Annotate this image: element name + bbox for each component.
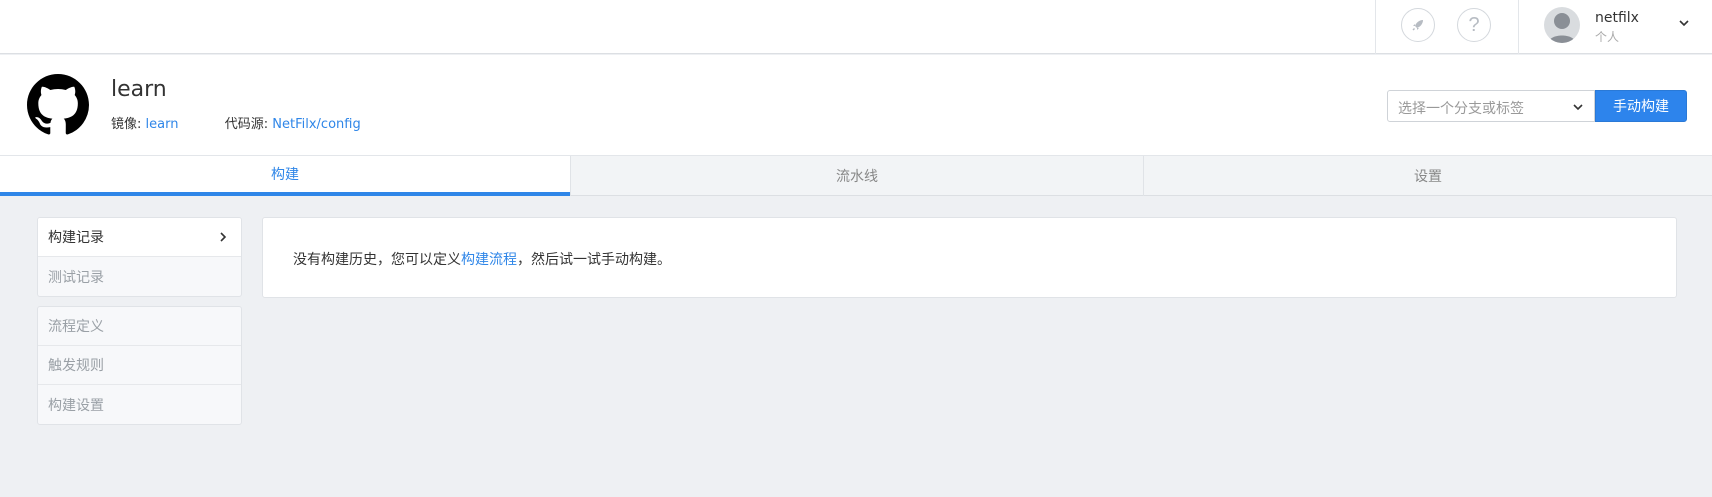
tab-bar: 构建 流水线 设置 xyxy=(0,155,1712,196)
mirror-label: 镜像: xyxy=(111,117,142,132)
source-link[interactable]: NetFilx/config xyxy=(272,117,360,132)
tab-settings[interactable]: 设置 xyxy=(1144,156,1712,196)
chevron-down-icon[interactable] xyxy=(1678,17,1690,29)
topbar-divider xyxy=(1518,0,1519,54)
sidebar-records-group: 构建记录 测试记录 xyxy=(37,217,242,297)
sidebar-item-test-records[interactable]: 测试记录 xyxy=(38,257,241,296)
help-icon: ? xyxy=(1468,13,1480,36)
user-name[interactable]: netfilx xyxy=(1595,10,1639,26)
avatar[interactable] xyxy=(1544,7,1580,43)
empty-msg-text: ，然后试一试手动构建。 xyxy=(517,252,671,268)
user-avatar-icon xyxy=(1548,13,1576,43)
sidebar-item-label: 构建设置 xyxy=(48,397,104,414)
topbar-divider xyxy=(1375,0,1376,54)
branch-select[interactable]: 选择一个分支或标签 xyxy=(1387,90,1595,122)
github-logo-icon xyxy=(27,74,89,135)
sidebar-item-label: 流程定义 xyxy=(48,319,104,335)
empty-state-message: 没有构建历史，您可以定义构建流程，然后试一试手动构建。 xyxy=(293,249,671,269)
build-flow-link[interactable]: 构建流程 xyxy=(461,252,517,268)
sidebar-item-label: 构建记录 xyxy=(48,230,104,246)
repo-header: learn 镜像: learn 代码源: NetFilx/config 选择一个… xyxy=(0,55,1712,155)
top-bar: ? netfilx 个人 xyxy=(0,0,1712,54)
sidebar-config-group: 流程定义 触发规则 构建设置 xyxy=(37,306,242,425)
rocket-button[interactable] xyxy=(1401,8,1435,42)
sidebar-item-label: 触发规则 xyxy=(48,358,104,374)
manual-build-button[interactable]: 手动构建 xyxy=(1595,90,1687,122)
rocket-icon xyxy=(1412,20,1423,31)
build-history-panel: 没有构建历史，您可以定义构建流程，然后试一试手动构建。 xyxy=(262,217,1677,298)
mirror-link[interactable]: learn xyxy=(146,117,179,132)
sidebar-item-build-settings[interactable]: 构建设置 xyxy=(38,385,241,424)
tab-build[interactable]: 构建 xyxy=(0,156,570,196)
sidebar-item-flow-definition[interactable]: 流程定义 xyxy=(38,307,241,346)
empty-msg-text: 没有构建历史，您可以定义 xyxy=(293,252,461,268)
repo-title: learn xyxy=(111,77,167,102)
source-label: 代码源: xyxy=(224,117,269,132)
repo-meta: 镜像: learn 代码源: NetFilx/config xyxy=(111,113,361,132)
sidebar-item-label: 测试记录 xyxy=(48,269,104,286)
help-button[interactable]: ? xyxy=(1457,8,1491,42)
chevron-down-icon xyxy=(1573,104,1583,111)
chevron-right-icon xyxy=(220,232,227,242)
branch-select-placeholder: 选择一个分支或标签 xyxy=(1398,101,1524,117)
tab-pipeline[interactable]: 流水线 xyxy=(571,156,1143,196)
sidebar-item-build-records[interactable]: 构建记录 xyxy=(38,218,241,257)
sidebar-item-trigger-rules[interactable]: 触发规则 xyxy=(38,346,241,385)
user-account-type: 个人 xyxy=(1595,30,1620,44)
